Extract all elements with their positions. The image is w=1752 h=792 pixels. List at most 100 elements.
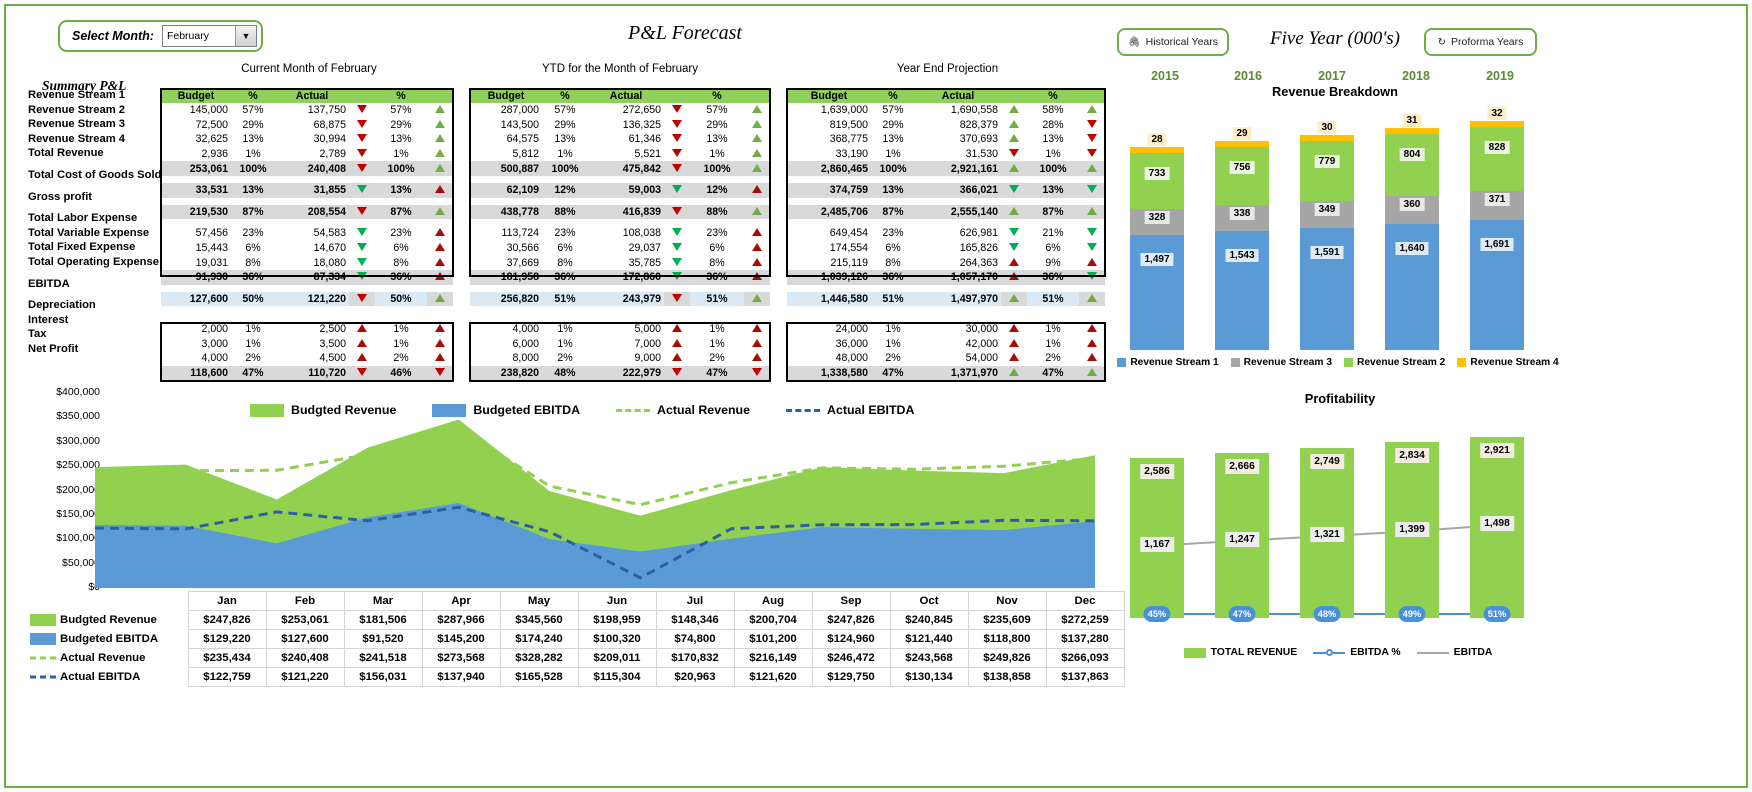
series-value: $287,966 [421, 610, 501, 630]
bar-value-label: 1,691 [1480, 237, 1514, 251]
series-value: $124,960 [811, 629, 891, 649]
series-value: $165,528 [499, 667, 579, 687]
legend-label: EBITDA % [1350, 647, 1401, 658]
pl-row-label: Total Cost of Goods Sold [28, 168, 162, 181]
year-header: 2019 [1486, 69, 1514, 83]
series-value: $121,620 [733, 667, 813, 687]
actual-pct: 50% [375, 291, 427, 307]
series-value: $74,800 [655, 629, 735, 649]
pl-row-label: Revenue Stream 1 [28, 89, 126, 101]
table-row: Budgted Revenue $247,826 $253,061 $181,506 $… [28, 610, 1125, 630]
series-value: $181,506 [343, 610, 423, 630]
bar-value-label: 1,543 [1225, 249, 1259, 263]
table-row: Budgeted EBITDA $129,220 $127,600 $91,520 $1… [28, 629, 1125, 649]
series-value: $101,200 [733, 629, 813, 649]
y-axis-tick: $250,000 [56, 459, 100, 472]
pl-row-labels: Revenue Stream 1 Revenue Stream 2 Revenue … [28, 88, 161, 357]
ebitda-pct-bubble: 48% [1313, 606, 1341, 622]
legend-line-marker [1416, 651, 1449, 654]
budget-vs-actual-area-chart [94, 393, 1096, 588]
proforma-years-button[interactable]: ↻ Proforma Years [1424, 28, 1537, 56]
bar-value-label: 1,497 [1140, 252, 1174, 266]
arrow-up-green-icon [1087, 293, 1097, 302]
month-selector[interactable]: Select Month: February ▼ [58, 20, 263, 52]
series-value: $115,304 [577, 667, 657, 687]
bar-segment: 1,640 [1385, 223, 1439, 350]
bar-segment: 371 [1470, 191, 1524, 220]
bar-value-label: 32 [1487, 107, 1507, 121]
legend-swatch [1230, 358, 1240, 367]
pl-row-label: Total Fixed Expense [28, 241, 136, 254]
bar-value-label: 779 [1314, 154, 1340, 168]
bar-value-label: 338 [1229, 207, 1255, 221]
historical-years-button[interactable]: 🖇 Historical Years [1117, 28, 1229, 56]
series-value: $200,704 [733, 610, 813, 630]
bar-value-label: 360 [1399, 198, 1425, 212]
series-row-label: Budgted Revenue [28, 611, 188, 630]
series-value: $240,845 [889, 610, 969, 630]
revenue-breakdown-title: Revenue Breakdown [1272, 84, 1398, 99]
series-value: $241,518 [343, 648, 423, 668]
pct-trend-indicator [427, 291, 453, 307]
month-column-header: Oct [889, 591, 969, 611]
bar-segment: 1,497 [1130, 234, 1184, 350]
monthly-data-table: Jan Feb Mar Apr May Jun Jul Aug Sep Oct Nov Dec Budg… [28, 591, 1125, 687]
bar-value-label: 349 [1314, 202, 1340, 216]
pct-trend-indicator [744, 291, 770, 307]
arrow-down-red-icon [357, 293, 367, 302]
pl-row-label: Revenue Stream 3 [28, 118, 126, 131]
bar-segment: 804 [1385, 134, 1439, 197]
series-value: $129,220 [187, 629, 267, 649]
series-value: $243,568 [889, 648, 969, 668]
stacked-bar-column: 31 804 360 1,640 [1385, 114, 1439, 350]
stacked-bar-column: 32 828 371 1,691 [1470, 107, 1524, 350]
arrow-up-green-icon [435, 293, 445, 302]
table-border [160, 322, 454, 382]
legend-item: Revenue Stream 1 [1117, 357, 1219, 368]
bar-segment: 828 [1470, 127, 1524, 192]
budget-value: 256,820 [470, 291, 542, 307]
ebitda-value-label: 1,399 [1395, 522, 1429, 538]
table-border [786, 322, 1106, 382]
bar-value-label: 29 [1232, 126, 1252, 140]
pct-trend-indicator [1079, 291, 1105, 307]
legend-item: Revenue Stream 4 [1457, 357, 1559, 368]
month-column-header: May [499, 591, 579, 611]
series-value: $216,149 [733, 648, 813, 668]
ebitda-value-label: 1,167 [1140, 536, 1174, 552]
series-value: $209,011 [577, 648, 657, 668]
series-value: $138,858 [967, 667, 1047, 687]
budget-pct: 51% [542, 291, 588, 307]
stacked-bar-column: 29 756 338 1,543 [1215, 126, 1269, 350]
table-border [469, 322, 771, 382]
year-header: 2015 [1151, 69, 1179, 83]
pl-row-label: EBITDA [28, 277, 70, 290]
series-value: $148,346 [655, 610, 735, 630]
series-value: $122,759 [187, 667, 267, 687]
pl-row-label: Revenue Stream 2 [28, 103, 126, 116]
series-value: $246,472 [811, 648, 891, 668]
pl-row-label: Tax [28, 328, 47, 341]
legend-swatch [1344, 358, 1353, 367]
series-value: $121,220 [265, 667, 345, 687]
proforma-years-label: Proforma Years [1451, 36, 1524, 48]
bar-value-label: 804 [1399, 148, 1425, 162]
series-value: $137,863 [1045, 667, 1125, 687]
stacked-bar-column: 28 733 328 1,497 [1130, 133, 1184, 350]
series-value: $266,093 [1045, 648, 1125, 668]
bar-segment: 1,691 [1470, 219, 1524, 350]
series-value: $328,282 [499, 648, 579, 668]
series-value: $121,440 [889, 629, 969, 649]
bar-segment: 1,543 [1215, 231, 1269, 350]
y-axis-tick: $150,000 [56, 507, 100, 520]
month-dropdown[interactable]: February ▼ [161, 25, 257, 47]
chevron-down-icon[interactable]: ▼ [234, 26, 256, 46]
series-value: $240,408 [265, 648, 345, 668]
bar-value-label: 756 [1229, 160, 1255, 174]
series-value: $247,826 [187, 610, 267, 630]
series-value: $170,832 [655, 648, 735, 668]
year-end-table-title: Year End Projection [896, 63, 999, 75]
ebitda-pct-bubble: 45% [1143, 606, 1171, 622]
bar-value-label: 2,666 [1225, 458, 1259, 474]
series-swatch [30, 633, 56, 645]
